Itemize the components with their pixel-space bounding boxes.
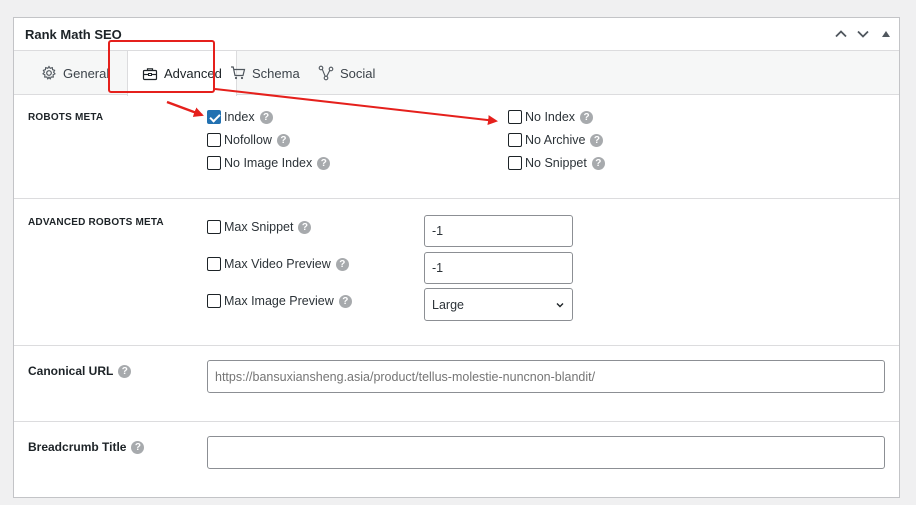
canonical-label: Canonical URL ? (28, 364, 132, 378)
breadcrumb-label: Breadcrumb Title ? (28, 440, 145, 454)
checkbox-label: No Snippet (525, 156, 587, 170)
checkbox-label: Max Snippet (224, 220, 294, 234)
checkbox-box[interactable] (207, 133, 221, 147)
help-icon[interactable]: ? (591, 156, 605, 170)
checkbox-box[interactable] (207, 294, 221, 308)
checkbox-label: Max Video Preview (224, 257, 331, 271)
checkbox-box[interactable] (207, 110, 221, 124)
help-icon[interactable]: ? (118, 364, 132, 378)
checkbox-label: Max Image Preview (224, 294, 334, 308)
checkbox-label: No Index (525, 110, 576, 124)
help-icon[interactable]: ? (335, 257, 349, 271)
tab-bar: General Advanced Schema Social (14, 51, 899, 96)
robots-noarchive-checkbox[interactable]: No Archive ? (508, 133, 604, 147)
help-icon[interactable]: ? (338, 294, 352, 308)
tab-social[interactable]: Social (318, 51, 375, 95)
breadcrumb-label-text: Breadcrumb Title (28, 440, 127, 454)
cart-icon (230, 65, 246, 81)
tab-advanced[interactable]: Advanced (127, 51, 237, 96)
triangle-up-icon[interactable] (878, 26, 894, 42)
breadcrumb-title-input[interactable] (207, 436, 885, 469)
help-icon[interactable]: ? (131, 440, 145, 454)
checkbox-label: No Image Index (224, 156, 313, 170)
robots-index-checkbox[interactable]: Index ? (207, 110, 273, 124)
max-image-preview-checkbox[interactable]: Max Image Preview ? (207, 294, 352, 308)
robots-noimageindex-checkbox[interactable]: No Image Index ? (207, 156, 331, 170)
advanced-robots-section: ADVANCED ROBOTS META Max Snippet ? -1 Ma… (14, 199, 899, 346)
advanced-robots-label: ADVANCED ROBOTS META (28, 217, 164, 228)
share-icon (318, 65, 334, 81)
toolbox-icon (142, 66, 158, 82)
tab-general-label: General (63, 65, 110, 81)
canonical-section: Canonical URL ? (14, 346, 899, 422)
max-image-preview-select[interactable]: Large (424, 288, 573, 321)
robots-nosnippet-checkbox[interactable]: No Snippet ? (508, 156, 605, 170)
robots-noindex-checkbox[interactable]: No Index ? (508, 110, 594, 124)
max-snippet-input[interactable]: -1 (424, 215, 573, 247)
checkbox-box[interactable] (207, 220, 221, 234)
chevron-down-icon[interactable] (855, 26, 871, 42)
tab-advanced-label: Advanced (164, 66, 222, 81)
breadcrumb-section: Breadcrumb Title ? (14, 422, 899, 498)
help-icon[interactable]: ? (259, 110, 273, 124)
robots-meta-label: ROBOTS META (28, 112, 104, 123)
canonical-url-input[interactable] (207, 360, 885, 393)
panel-title: Rank Math SEO (25, 27, 122, 42)
checkbox-label: No Archive (525, 133, 586, 147)
checkbox-box[interactable] (207, 156, 221, 170)
max-video-preview-value: -1 (432, 261, 444, 275)
help-icon[interactable]: ? (317, 156, 331, 170)
max-video-preview-checkbox[interactable]: Max Video Preview ? (207, 257, 349, 271)
max-snippet-value: -1 (432, 224, 444, 238)
chevron-up-icon[interactable] (833, 26, 849, 42)
robots-meta-section: ROBOTS META Index ? Nofollow ? No Image … (14, 95, 899, 199)
help-icon[interactable]: ? (298, 220, 312, 234)
checkbox-label: Nofollow (224, 133, 272, 147)
checkbox-box[interactable] (508, 110, 522, 124)
tab-social-label: Social (340, 65, 376, 81)
checkbox-label: Index (224, 110, 255, 124)
checkbox-box[interactable] (508, 133, 522, 147)
help-icon[interactable]: ? (276, 133, 290, 147)
rank-math-seo-panel: Rank Math SEO General Advanced Schema So… (13, 17, 900, 498)
tab-schema[interactable]: Schema (230, 51, 300, 95)
checkbox-box[interactable] (207, 257, 221, 271)
gear-icon (41, 65, 57, 81)
max-image-preview-value: Large (432, 297, 464, 312)
help-icon[interactable]: ? (580, 110, 594, 124)
max-video-preview-input[interactable]: -1 (424, 252, 573, 284)
chevron-down-icon (548, 300, 572, 310)
checkbox-box[interactable] (508, 156, 522, 170)
canonical-label-text: Canonical URL (28, 364, 114, 378)
robots-nofollow-checkbox[interactable]: Nofollow ? (207, 133, 290, 147)
max-snippet-checkbox[interactable]: Max Snippet ? (207, 220, 312, 234)
tab-schema-label: Schema (252, 65, 300, 81)
tab-general[interactable]: General (41, 51, 109, 95)
help-icon[interactable]: ? (590, 133, 604, 147)
panel-header: Rank Math SEO (14, 18, 899, 51)
